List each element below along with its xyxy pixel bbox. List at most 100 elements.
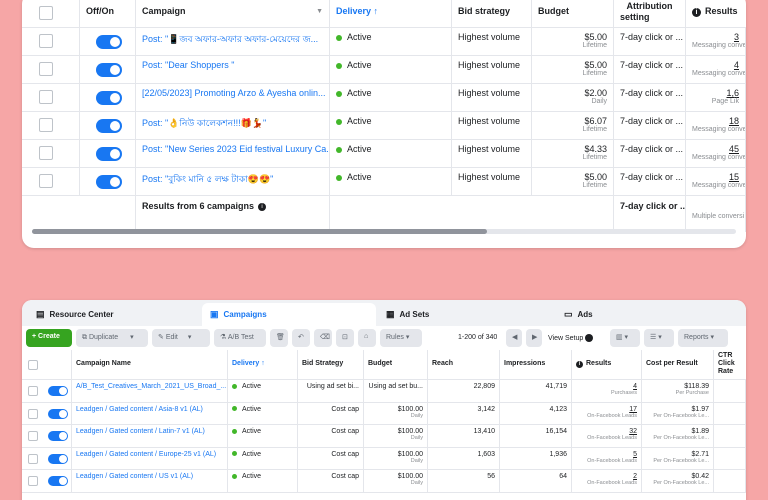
header-onoff[interactable]: Off/On <box>80 0 136 27</box>
results-value[interactable]: 3 <box>692 32 739 42</box>
select-all-checkbox[interactable] <box>39 6 53 20</box>
undo-icon[interactable]: ↶ <box>292 329 310 347</box>
info-icon[interactable]: i <box>576 361 583 368</box>
row-checkbox[interactable] <box>39 62 53 76</box>
header-ctr[interactable]: CTR Click Rate <box>714 350 746 379</box>
view-setup-toggle[interactable]: View Setup <box>548 334 594 342</box>
table-row[interactable]: Leadgen / Gated content / Latin-7 v1 (AL… <box>22 425 746 448</box>
campaign-link[interactable]: Post: "👌নিউ কালেকশন!!!🎁💃" <box>142 118 266 128</box>
row-checkbox[interactable] <box>28 453 38 464</box>
table-row[interactable]: Post: "New Series 2023 Eid festival Luxu… <box>22 140 746 168</box>
results-value[interactable]: 4 <box>576 383 637 390</box>
header-bid-strategy[interactable]: Bid Strategy <box>298 350 364 379</box>
header-delivery[interactable]: Delivery ↑ <box>228 350 298 379</box>
table-row[interactable]: Post: "বুকিং মানি ৫ লক্ষ টাকা😍😍" Active Hi… <box>22 168 746 196</box>
results-value[interactable]: 17 <box>576 406 637 413</box>
campaign-link[interactable]: Post: "📱জব অফার-অফার অফার-মেয়েদের জ... <box>142 34 318 44</box>
campaign-link[interactable]: [22/05/2023] Promoting Arzo & Ayesha onl… <box>142 88 325 98</box>
row-checkbox[interactable] <box>28 386 38 396</box>
reports-button[interactable]: Reports ▾ <box>678 329 728 347</box>
row-checkbox[interactable] <box>39 174 53 188</box>
campaign-toggle[interactable] <box>48 453 68 464</box>
campaign-toggle[interactable] <box>48 476 68 486</box>
campaign-link[interactable]: Leadgen / Gated content / Latin-7 v1 (AL… <box>76 428 205 435</box>
campaign-toggle[interactable] <box>48 386 68 396</box>
duplicate-button[interactable]: ⧉ Duplicate ▾ <box>76 329 148 347</box>
columns-button[interactable]: ▥ ▾ <box>610 329 640 347</box>
chevron-down-icon[interactable]: ▼ <box>316 6 323 17</box>
tab-ads[interactable]: ▭ Ads <box>556 303 742 326</box>
table-row[interactable]: Post: "📱জব অফার-অফার অফার-মেয়েদের জ... A… <box>22 28 746 56</box>
table-row[interactable]: Leadgen / Gated content / US v1 (AL) Acti… <box>22 470 746 493</box>
campaign-link[interactable]: Leadgen / Gated content / US v1 (AL) <box>76 473 193 480</box>
results-value[interactable]: 4 <box>692 60 739 70</box>
rules-button[interactable]: Rules ▾ <box>380 329 422 347</box>
header-results[interactable]: i Results <box>686 0 746 27</box>
campaign-link[interactable]: Leadgen / Gated content / Europe-25 v1 (… <box>76 451 216 458</box>
prev-page-button[interactable]: ◀ <box>506 329 522 347</box>
header-impressions[interactable]: Impressions <box>500 350 572 379</box>
campaign-link[interactable]: Post: "Dear Shoppers " <box>142 60 234 70</box>
results-value[interactable]: 18 <box>692 116 739 126</box>
header-attribution[interactable]: Attribution setting <box>614 0 686 27</box>
table-row[interactable]: Leadgen / Gated content / Asia-8 v1 (AL)… <box>22 402 746 425</box>
tab-ad-sets[interactable]: ▦ Ad Sets <box>378 303 554 326</box>
header-cost-per-result[interactable]: Cost per Result <box>642 350 714 379</box>
table-row[interactable]: Post: "👌নিউ কালেকশন!!!🎁💃" Active Highest v… <box>22 112 746 140</box>
campaign-link[interactable]: A/B_Test_Creatives_March_2021_US_Broad_.… <box>76 383 226 390</box>
results-value[interactable]: 2 <box>576 473 637 480</box>
header-delivery[interactable]: Delivery ↑ <box>330 0 452 27</box>
next-page-button[interactable]: ▶ <box>526 329 542 347</box>
tab-campaigns[interactable]: ▣ Campaigns <box>202 303 376 326</box>
results-value[interactable]: 45 <box>692 144 739 154</box>
ab-test-button[interactable]: ⚗ A/B Test <box>214 329 266 347</box>
select-all-checkbox[interactable] <box>28 360 38 370</box>
campaign-toggle[interactable] <box>48 408 68 419</box>
header-bid-strategy[interactable]: Bid strategy <box>452 0 532 27</box>
table-row[interactable]: A/B_Test_Creatives_March_2021_US_Broad_.… <box>22 380 746 403</box>
row-checkbox[interactable] <box>39 90 53 104</box>
table-row[interactable]: Leadgen / Gated content / Europe-25 v1 (… <box>22 447 746 470</box>
breakdown-button[interactable]: ☰ ▾ <box>644 329 674 347</box>
campaign-toggle[interactable] <box>96 35 122 49</box>
tag-icon[interactable]: ⌂ <box>358 329 376 347</box>
row-checkbox[interactable] <box>39 118 53 132</box>
campaign-toggle[interactable] <box>96 63 122 77</box>
campaign-link[interactable]: Post: "New Series 2023 Eid festival Luxu… <box>142 144 329 154</box>
results-value[interactable]: 1,6 <box>692 88 739 98</box>
header-campaign[interactable]: Campaign ▼ <box>136 0 330 27</box>
campaign-toggle[interactable] <box>96 147 122 161</box>
results-value[interactable]: 5 <box>576 451 637 458</box>
results-value[interactable]: 15 <box>692 172 739 182</box>
row-checkbox[interactable] <box>28 408 38 419</box>
preview-icon[interactable]: ⊡ <box>336 329 354 347</box>
tab-resource-center[interactable]: ▤ Resource Center <box>28 303 200 326</box>
edit-button[interactable]: ✎ Edit ▾ <box>152 329 210 347</box>
header-budget[interactable]: Budget <box>532 0 614 27</box>
table-row[interactable]: Post: "Dear Shoppers " Active Highest volu… <box>22 56 746 84</box>
delete-icon[interactable]: 🗑 <box>270 329 288 347</box>
campaign-toggle[interactable] <box>96 91 122 105</box>
campaign-link[interactable]: Leadgen / Gated content / Asia-8 v1 (AL) <box>76 406 203 413</box>
row-checkbox[interactable] <box>28 431 38 441</box>
row-checkbox[interactable] <box>39 146 53 160</box>
info-icon[interactable]: i <box>258 202 267 211</box>
header-reach[interactable]: Reach <box>428 350 500 379</box>
header-budget[interactable]: Budget <box>364 350 428 379</box>
campaign-link[interactable]: Post: "বুকিং মানি ৫ লক্ষ টাকা😍😍" <box>142 174 273 184</box>
header-campaign-name[interactable]: Campaign Name <box>72 350 228 379</box>
header-results[interactable]: i Results <box>572 350 642 379</box>
chevron-down-icon[interactable]: ▾ <box>188 334 192 341</box>
row-checkbox[interactable] <box>28 476 38 486</box>
trash-icon[interactable]: ⌫ <box>314 329 332 347</box>
results-value[interactable]: 32 <box>576 428 637 435</box>
chevron-down-icon[interactable]: ▾ <box>130 334 134 341</box>
campaign-toggle[interactable] <box>48 431 68 441</box>
info-icon[interactable]: i <box>692 8 701 17</box>
horizontal-scrollbar-thumb[interactable] <box>32 229 487 234</box>
campaign-toggle[interactable] <box>96 175 122 189</box>
campaign-toggle[interactable] <box>96 119 122 133</box>
create-button[interactable]: + Create <box>26 329 72 347</box>
table-row[interactable]: [22/05/2023] Promoting Arzo & Ayesha onl… <box>22 84 746 112</box>
row-checkbox[interactable] <box>39 34 53 48</box>
